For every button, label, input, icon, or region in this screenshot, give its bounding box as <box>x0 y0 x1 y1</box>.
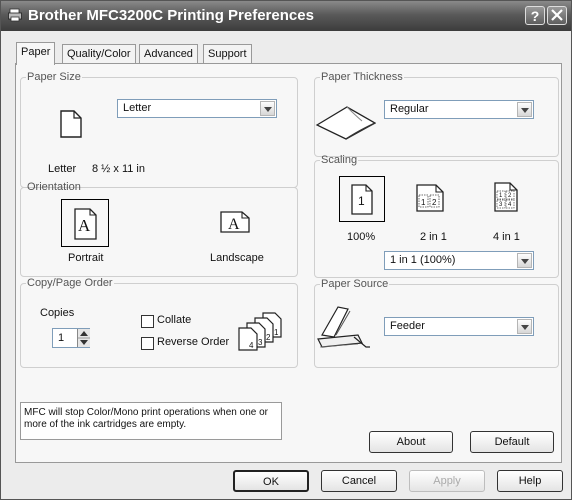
copies-stepper[interactable] <box>77 329 90 347</box>
chevron-down-icon <box>517 102 532 117</box>
svg-text:1: 1 <box>421 198 426 207</box>
title-bar[interactable]: Brother MFC3200C Printing Preferences ? <box>1 1 571 31</box>
default-button[interactable]: Default <box>470 431 554 453</box>
svg-text:A: A <box>228 216 240 233</box>
paper-thickness-icon <box>315 106 376 140</box>
svg-text:1: 1 <box>358 194 365 208</box>
four-in-one-icon[interactable]: 12 34 <box>493 181 519 213</box>
portrait-label: Portrait <box>68 252 104 264</box>
about-button[interactable]: About <box>369 431 453 453</box>
spin-arrows-icon <box>78 331 90 345</box>
paper-size-dimensions: 8 ½ x 11 in <box>92 163 145 175</box>
close-icon <box>551 9 563 21</box>
paper-size-legend: Paper Size <box>27 71 81 83</box>
reverse-order-label: Reverse Order <box>157 336 230 348</box>
tab-paper[interactable]: Paper <box>16 42 56 65</box>
landscape-page-icon[interactable]: A <box>220 211 250 233</box>
copies-value: 1 <box>58 332 65 344</box>
paper-size-select[interactable]: Letter <box>117 99 277 118</box>
sheet-feeder-icon <box>317 306 370 348</box>
chevron-down-icon <box>517 253 532 268</box>
svg-text:4: 4 <box>249 341 254 350</box>
scaling-legend: Scaling <box>321 154 358 166</box>
paper-source-legend: Paper Source <box>321 278 389 290</box>
scaling-100-label: 100% <box>347 231 376 243</box>
ink-cartridge-info-text: MFC will stop Color/Mono print operation… <box>20 402 282 440</box>
printer-icon <box>8 8 22 22</box>
paper-source-value: Feeder <box>390 320 425 332</box>
cancel-button[interactable]: Cancel <box>321 470 397 492</box>
window-title: Brother MFC3200C Printing Preferences <box>28 7 314 24</box>
reverse-order-checkbox[interactable] <box>141 337 154 350</box>
two-in-one-icon[interactable]: 1 2 <box>415 183 445 213</box>
copy-page-order-legend: Copy/Page Order <box>27 277 113 289</box>
paper-thickness-legend: Paper Thickness <box>321 71 403 83</box>
collate-label: Collate <box>157 314 192 326</box>
tab-advanced[interactable]: Advanced <box>139 44 198 64</box>
portrait-option[interactable]: A <box>61 199 109 247</box>
collate-checkbox[interactable] <box>141 315 154 328</box>
chevron-down-icon <box>517 319 532 334</box>
svg-text:3: 3 <box>258 338 263 347</box>
svg-text:2: 2 <box>266 333 271 342</box>
paper-size-value: Letter <box>123 102 152 114</box>
help-button[interactable]: ? <box>525 6 545 25</box>
svg-text:A: A <box>78 216 91 235</box>
apply-button[interactable]: Apply <box>409 470 485 492</box>
scaling-100-option[interactable]: 1 <box>339 176 385 222</box>
copies-spinner[interactable]: 1 <box>52 328 90 348</box>
ok-button[interactable]: OK <box>233 470 309 492</box>
printing-preferences-window: Brother MFC3200C Printing Preferences ? … <box>0 0 572 500</box>
help-question-icon: ? <box>530 8 540 24</box>
scaling-4in1-label: 4 in 1 <box>493 231 520 243</box>
close-button[interactable] <box>547 6 567 25</box>
reverse-order-pages-icon: 1 2 3 4 <box>238 312 282 351</box>
orientation-legend: Orientation <box>27 181 81 193</box>
scaling-value: 1 in 1 (100%) <box>390 254 456 266</box>
paper-page-icon <box>60 110 82 138</box>
tab-support[interactable]: Support <box>203 44 252 64</box>
svg-text:1: 1 <box>274 328 279 337</box>
portrait-page-icon: A <box>74 208 97 240</box>
svg-text:2: 2 <box>432 198 437 207</box>
copies-label: Copies <box>40 307 75 319</box>
chevron-down-icon <box>260 101 275 116</box>
help-dialog-button[interactable]: Help <box>497 470 563 492</box>
paper-size-name: Letter <box>48 163 77 175</box>
tab-quality-color[interactable]: Quality/Color <box>62 44 136 64</box>
single-page-icon: 1 <box>351 184 373 215</box>
scaling-2in1-label: 2 in 1 <box>420 231 447 243</box>
paper-thickness-value: Regular <box>390 103 429 115</box>
scaling-select[interactable]: 1 in 1 (100%) <box>384 251 534 270</box>
landscape-label: Landscape <box>210 252 264 264</box>
paper-source-select[interactable]: Feeder <box>384 317 534 336</box>
paper-thickness-select[interactable]: Regular <box>384 100 534 119</box>
